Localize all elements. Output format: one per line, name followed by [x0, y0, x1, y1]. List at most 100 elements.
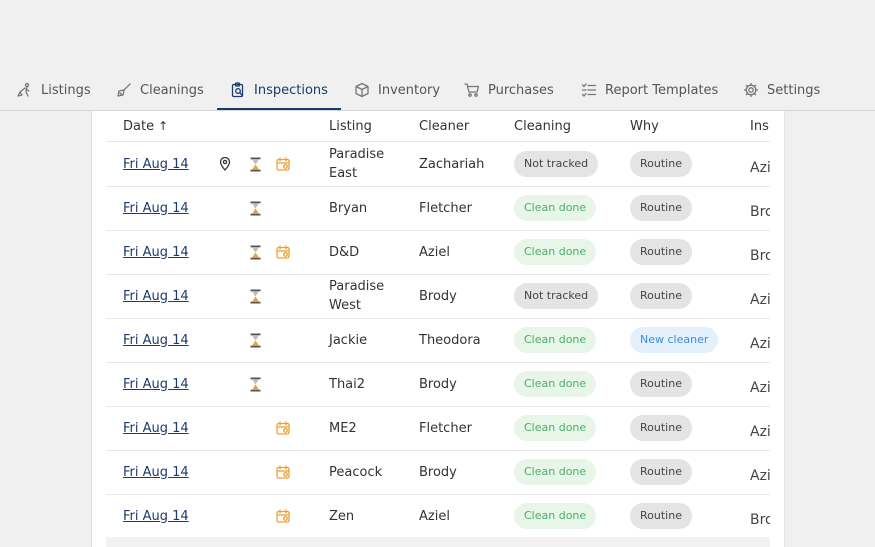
- tab-inspections[interactable]: Inspections: [230, 70, 328, 110]
- table-footer: [106, 537, 770, 547]
- broom-person-icon: [17, 82, 33, 98]
- inspector-name: Bro: [750, 512, 770, 528]
- table-row[interactable]: Fri Aug 14 ME2 Fletcher Clean done Routine Az…: [106, 406, 770, 451]
- cleaner-name: Fletcher: [419, 200, 472, 216]
- calendar-icon: [276, 420, 290, 436]
- hourglass-icon: [248, 288, 262, 304]
- column-header-date[interactable]: Date ↑: [123, 111, 168, 141]
- listing-name: Paradise East: [329, 147, 385, 181]
- table-row[interactable]: Fri Aug 14 Paradise East Zachariah Not trac…: [106, 142, 770, 187]
- why-reason-badge: Routine: [630, 459, 692, 485]
- tab-report-templates[interactable]: Report Templates: [581, 70, 718, 110]
- cleaning-status-badge: Clean done: [514, 195, 597, 221]
- why-reason-badge: Routine: [630, 283, 692, 309]
- cleaning-status-badge: Clean done: [514, 371, 597, 397]
- listing-name: ME2: [329, 420, 357, 436]
- date-link[interactable]: Fri Aug 14: [123, 509, 189, 524]
- hourglass-icon: [248, 376, 262, 392]
- tab-label: Cleanings: [140, 82, 204, 98]
- cleaner-name: Brody: [419, 288, 457, 304]
- tab-label: Listings: [41, 82, 91, 98]
- inspector-name: Azi: [750, 424, 770, 440]
- date-link[interactable]: Fri Aug 14: [123, 333, 189, 348]
- top-nav-tabs: Listings Cleanings Inspections Inventory…: [0, 70, 875, 111]
- clipboard-search-icon: [230, 82, 246, 98]
- why-reason-badge: Routine: [630, 503, 692, 529]
- inspector-name: Bro: [750, 248, 770, 264]
- calendar-icon: [276, 244, 290, 260]
- why-reason-badge: Routine: [630, 371, 692, 397]
- tab-inventory[interactable]: Inventory: [354, 70, 440, 110]
- table-row[interactable]: Fri Aug 14 Thai2 Brody Clean done Routine Azi: [106, 362, 770, 407]
- table-row[interactable]: Fri Aug 14 Bryan Fletcher Clean done Routine…: [106, 186, 770, 231]
- checklist-icon: [581, 82, 597, 98]
- listing-name: Zen: [329, 508, 355, 524]
- listing-name: Paradise West: [329, 279, 385, 313]
- cleaning-status-badge: Clean done: [514, 239, 597, 265]
- listing-name: Jackie: [329, 332, 368, 348]
- table-row[interactable]: Fri Aug 14 Zen Aziel Clean done Routine Bro: [106, 494, 770, 539]
- cleaning-status-badge: Not tracked: [514, 151, 599, 177]
- cleaning-status-badge: Not tracked: [514, 283, 599, 309]
- tab-settings[interactable]: Settings: [743, 70, 820, 110]
- date-link[interactable]: Fri Aug 14: [123, 289, 189, 304]
- date-link[interactable]: Fri Aug 14: [123, 201, 189, 216]
- table-row[interactable]: Fri Aug 14 Jackie Theodora Clean done New cl…: [106, 318, 770, 363]
- calendar-icon: [276, 156, 290, 172]
- why-reason-badge: Routine: [630, 239, 692, 265]
- column-header-why[interactable]: Why: [630, 111, 659, 141]
- tab-cleanings[interactable]: Cleanings: [116, 70, 204, 110]
- cleaning-status-badge: Clean done: [514, 459, 597, 485]
- inspections-table-card: Date ↑ Listing Cleaner Cleaning Why Ins …: [91, 111, 785, 547]
- calendar-icon: [276, 508, 290, 524]
- cleaner-name: Aziel: [419, 244, 450, 260]
- column-header-inspector[interactable]: Ins: [750, 111, 769, 141]
- box-icon: [354, 82, 370, 98]
- inspector-name: Azi: [750, 160, 770, 176]
- date-link[interactable]: Fri Aug 14: [123, 245, 189, 260]
- inspector-name: Azi: [750, 336, 770, 352]
- cleaning-status-badge: Clean done: [514, 503, 597, 529]
- listing-name: D&D: [329, 244, 360, 260]
- cleaner-name: Zachariah: [419, 156, 485, 172]
- inspections-table[interactable]: Date ↑ Listing Cleaner Cleaning Why Ins …: [106, 111, 770, 547]
- tab-label: Purchases: [488, 82, 554, 98]
- cleaner-name: Aziel: [419, 508, 450, 524]
- date-link[interactable]: Fri Aug 14: [123, 377, 189, 392]
- location-pin-icon: [218, 156, 232, 172]
- table-row[interactable]: Fri Aug 14 Paradise West Brody Not tracked R…: [106, 274, 770, 319]
- inspector-name: Azi: [750, 380, 770, 396]
- tab-listings[interactable]: Listings: [17, 70, 91, 110]
- listing-name: Peacock: [329, 464, 383, 480]
- cleaner-name: Brody: [419, 376, 457, 392]
- broom-icon: [116, 82, 132, 98]
- sort-ascending-icon: ↑: [158, 119, 169, 133]
- inspector-name: Azi: [750, 292, 770, 308]
- date-link[interactable]: Fri Aug 14: [123, 157, 189, 172]
- cleaner-name: Brody: [419, 464, 457, 480]
- table-row[interactable]: Fri Aug 14 D&D Aziel Clean done Routine Bro: [106, 230, 770, 275]
- column-header-listing[interactable]: Listing: [329, 111, 372, 141]
- tab-label: Inspections: [254, 82, 328, 98]
- hourglass-icon: [248, 332, 262, 348]
- gear-icon: [743, 82, 759, 98]
- calendar-icon: [276, 464, 290, 480]
- cleaning-status-badge: Clean done: [514, 415, 597, 441]
- tab-purchases[interactable]: Purchases: [464, 70, 554, 110]
- date-link[interactable]: Fri Aug 14: [123, 465, 189, 480]
- column-header-cleaning[interactable]: Cleaning: [514, 111, 571, 141]
- column-header-cleaner[interactable]: Cleaner: [419, 111, 469, 141]
- why-reason-badge: Routine: [630, 415, 692, 441]
- cleaner-name: Fletcher: [419, 420, 472, 436]
- listing-name: Thai2: [329, 376, 366, 392]
- table-row[interactable]: Fri Aug 14 Peacock Brody Clean done Routine A…: [106, 450, 770, 495]
- cart-icon: [464, 82, 480, 98]
- tab-label: Inventory: [378, 82, 441, 98]
- date-link[interactable]: Fri Aug 14: [123, 421, 189, 436]
- hourglass-icon: [248, 156, 262, 172]
- hourglass-icon: [248, 244, 262, 260]
- why-reason-badge: New cleaner: [630, 327, 719, 353]
- cleaner-name: Theodora: [419, 332, 481, 348]
- active-tab-indicator: [217, 108, 341, 110]
- tab-label: Report Templates: [605, 82, 719, 98]
